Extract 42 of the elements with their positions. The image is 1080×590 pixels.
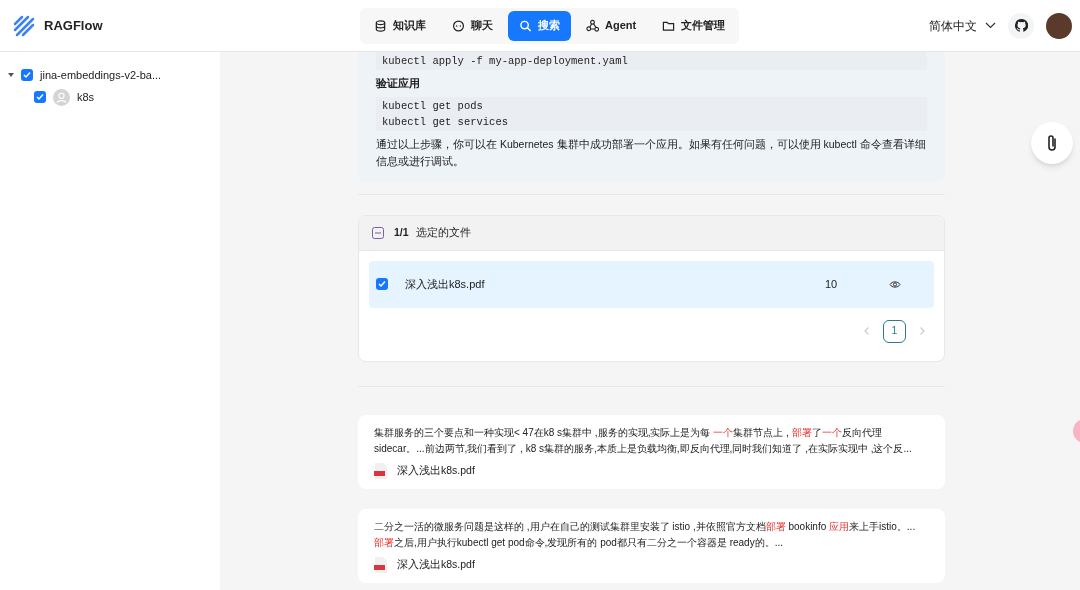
chunk-count: 10 bbox=[825, 276, 839, 292]
app-name: RAGFlow bbox=[44, 16, 103, 35]
chat-icon bbox=[452, 18, 465, 33]
database-icon bbox=[374, 18, 387, 33]
file-row[interactable]: 深入浅出k8s.pdf 10 bbox=[369, 260, 934, 308]
result-snippet: 集群服务的三个要点和一种实现< 47在k8 s集群中 ,服务的实现,实际上是为每 一个集群节点上 , 部署了一个反向代理 sidecar。...前边两节,我们看到了 , k8 s集群的服务,本质上是负载均衡,即反向代理,同时我们知道了 ,在实际实现中 ,这个反... bbox=[374, 425, 913, 456]
source-file-link[interactable]: 深入浅出k8s.pdf bbox=[397, 462, 475, 479]
files-title: 选定的文件 bbox=[415, 224, 471, 240]
nav-tab[interactable]: 聊天 bbox=[441, 10, 504, 41]
github-button[interactable] bbox=[1008, 12, 1034, 39]
expand-caret-icon[interactable] bbox=[8, 72, 14, 78]
eye-icon[interactable] bbox=[889, 279, 901, 289]
nodes-icon bbox=[586, 18, 599, 33]
pdf-file-icon bbox=[374, 462, 387, 479]
tree-item-label[interactable]: k8s bbox=[77, 88, 95, 106]
section-heading: 验证应用 bbox=[376, 76, 421, 91]
answer-paragraph: 通过以上步骤，你可以在 Kubernetes 集群中成功部署一个应用。如果有任何问题，可以使用 kubectl 命令查看详细信息或进行调试。 bbox=[376, 136, 927, 169]
collapse-icon[interactable] bbox=[372, 226, 384, 239]
file-name: 深入浅出k8s.pdf bbox=[405, 276, 486, 292]
nav-tab[interactable]: 文件管理 bbox=[651, 10, 737, 41]
pdf-file-icon bbox=[374, 556, 387, 573]
code-block: kubectl get pods kubectl get services bbox=[376, 96, 927, 131]
page-button[interactable]: 1 bbox=[883, 319, 906, 343]
result-snippet: 二分之一活的微服务问题是这样的 ,用户在自己的测试集群里安装了 istio ,并依照官方文档部署 bookinfo 应用来上手istio。... 部署之后,用户执行kubectl get pod命令,发现所有的 pod都只有二分之一个容器是 ready的。... bbox=[374, 519, 917, 550]
tree-item-label[interactable]: jina-embeddings-v2-ba... bbox=[40, 66, 162, 84]
checkbox[interactable] bbox=[376, 278, 388, 290]
nav-tab[interactable]: 搜索 bbox=[508, 10, 571, 41]
github-icon bbox=[1014, 19, 1028, 32]
code-block: kubectl apply -f my-app-deployment.yaml bbox=[376, 52, 927, 70]
attach-button[interactable] bbox=[1031, 122, 1073, 164]
language-selector[interactable]: 简体中文 bbox=[929, 16, 996, 35]
logo-icon bbox=[12, 13, 36, 38]
avatar[interactable] bbox=[1046, 12, 1072, 39]
nav-tab[interactable]: Agent bbox=[575, 10, 648, 41]
user-icon bbox=[53, 88, 70, 106]
checkbox[interactable] bbox=[34, 91, 46, 103]
source-file-link[interactable]: 深入浅出k8s.pdf bbox=[397, 556, 475, 573]
file-count: 1/1 bbox=[394, 224, 409, 240]
nav-tab[interactable]: 知识库 bbox=[363, 10, 437, 41]
checkbox[interactable] bbox=[21, 69, 33, 81]
chevron-down-icon bbox=[985, 22, 996, 29]
search-icon bbox=[519, 18, 532, 33]
